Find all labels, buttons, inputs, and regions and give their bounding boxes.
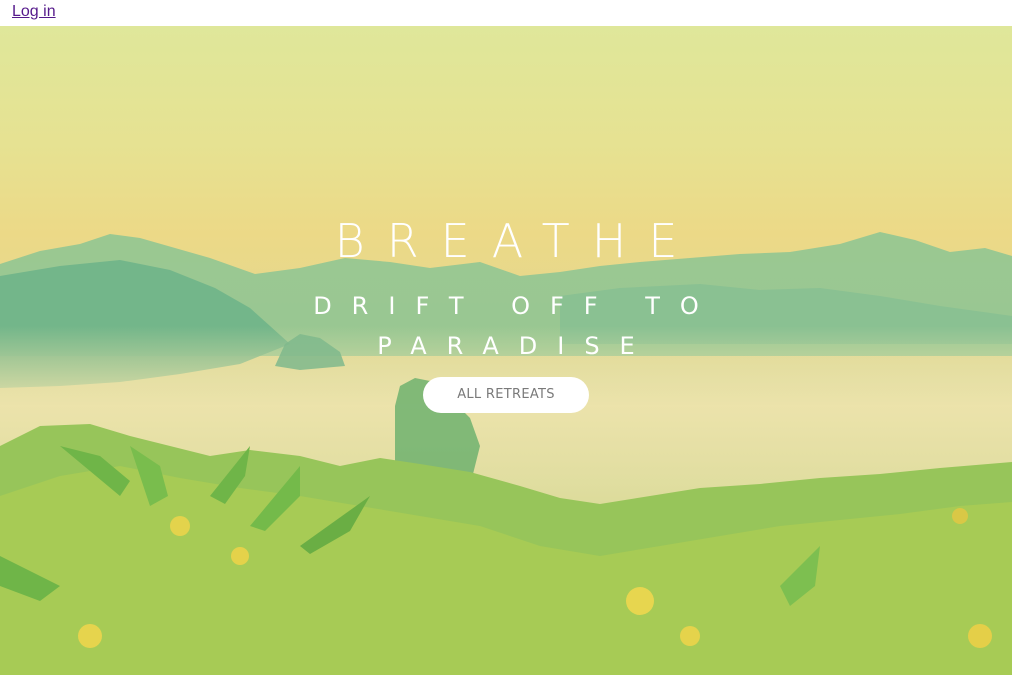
all-retreats-button[interactable]: ALL RETREATS xyxy=(423,377,589,413)
login-link[interactable]: Log in xyxy=(12,3,56,21)
hero-content: BREATHE DRIFT OFF TO PARADISE ALL RETREA… xyxy=(0,26,1012,675)
hero-subtitle: DRIFT OFF TO PARADISE xyxy=(313,292,719,360)
top-bar: Log in xyxy=(0,0,1012,26)
hero-section: BREATHE DRIFT OFF TO PARADISE ALL RETREA… xyxy=(0,26,1012,675)
hero-title: BREATHE xyxy=(334,214,700,268)
